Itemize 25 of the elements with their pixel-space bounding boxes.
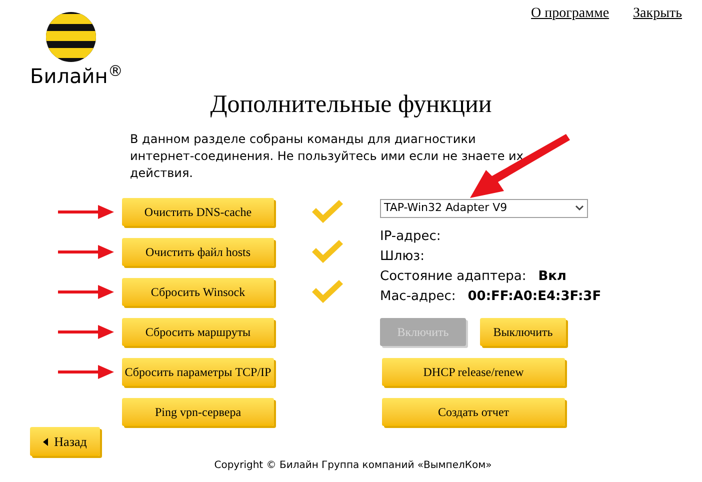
page-title: Дополнительные функции [209, 90, 493, 120]
action-button[interactable]: Очистить файл hosts [122, 238, 274, 266]
adapter-button[interactable]: DHCP release/renew [382, 358, 565, 386]
action-button[interactable]: Очистить DNS-cache [122, 198, 274, 226]
action-button[interactable]: Сбросить параметры TCP/IP [122, 358, 274, 386]
back-button[interactable]: Назад [30, 427, 100, 456]
adapter-button[interactable]: Выключить [480, 318, 566, 346]
field-label: Состояние адаптера: [380, 268, 526, 286]
field-value: 00:FF:A0:E4:3F:3F [468, 288, 602, 306]
logo-text: Билайн$^{®}$ [30, 65, 123, 87]
description: В данном разделе собраны команды для диагностики интернет-соединения. Не пользуйтесь ими если не знаете их действия. [130, 131, 524, 182]
adapter-select[interactable]: TAP-Win32 Adapter V9 [380, 199, 588, 218]
field-value: Вкл [538, 268, 566, 286]
caret-left-icon [43, 438, 48, 446]
action-button[interactable]: Сбросить Winsock [122, 278, 274, 306]
header-link[interactable]: О программе [531, 3, 610, 87]
action-button[interactable]: Ping vpn-сервера [122, 398, 274, 426]
action-button[interactable]: Сбросить маршруты [122, 318, 274, 346]
field-label: IP-адрес: [380, 228, 441, 246]
header-link[interactable]: Закрыть [633, 3, 682, 87]
field-label: Шлюз: [380, 248, 424, 266]
copyright: Copyright © Билайн Группа компаний «ВымпелКом» [213, 459, 493, 472]
field-label: Мас-адрес: [380, 288, 456, 306]
chevron-down-icon [575, 205, 584, 212]
adapter-button[interactable]: Создать отчет [382, 398, 565, 426]
